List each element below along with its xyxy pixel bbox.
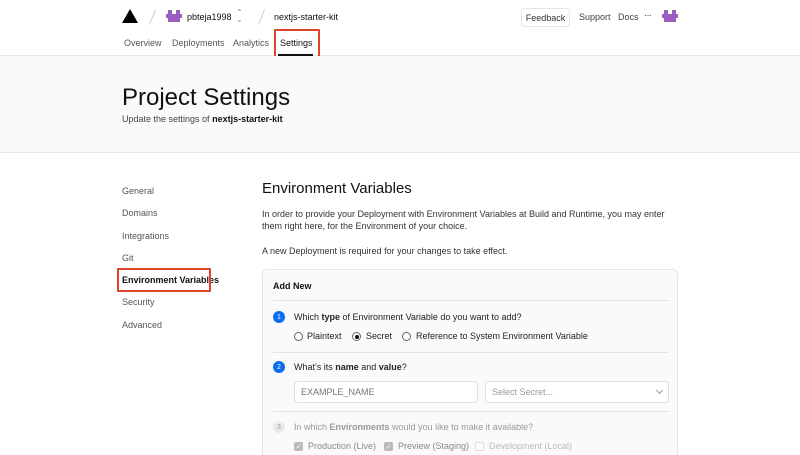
sidenav-item-advanced[interactable]: Advanced [122,320,162,330]
radio-secret-label[interactable]: Secret [366,331,392,341]
radio-system-reference-label[interactable]: Reference to System Environment Variable [416,331,588,341]
top-bar: pbteja1998 ⌃ ⌄ nextjs-starter-kit Feedbac… [0,0,800,34]
separator-slash [258,9,265,25]
account-avatar-icon[interactable] [662,9,678,23]
vercel-logo-icon[interactable] [122,9,138,23]
step-2-q-pre: What's its [294,362,336,372]
add-new-card: Add New 1 Which type of Environment Vari… [262,269,678,455]
highlight-box-env-vars [117,268,211,292]
tab-deployments[interactable]: Deployments [172,38,225,48]
more-menu-icon[interactable]: ··· [644,10,652,21]
sidenav-item-general[interactable]: General [122,186,154,196]
support-link[interactable]: Support [579,12,611,22]
radio-secret[interactable] [352,332,361,341]
divider [273,352,669,353]
step-1-badge: 1 [273,311,285,323]
team-name[interactable]: pbteja1998 [187,12,232,22]
chevron-down-icon [655,386,664,395]
checkbox-preview[interactable]: ✓ [384,442,393,451]
secret-select[interactable]: Select Secret... [485,381,669,403]
step-2-q-bold-name: name [335,362,359,372]
env-name-input[interactable] [294,381,478,403]
sidenav-item-git[interactable]: Git [122,253,134,263]
checkbox-production[interactable]: ✓ [294,442,303,451]
section-title: Environment Variables [262,180,412,197]
divider [273,411,669,412]
step-3-question: In which Environments would you like to … [294,422,533,432]
page-header: Project Settings Update the settings of … [0,56,800,153]
sidenav-item-integrations[interactable]: Integrations [122,231,169,241]
sidenav-item-security[interactable]: Security [122,297,155,307]
checkbox-development-label[interactable]: Development (Local) [489,441,572,451]
tab-analytics[interactable]: Analytics [233,38,269,48]
step-2-q-bold-value: value [378,362,402,372]
checkbox-preview-label[interactable]: Preview (Staging) [398,441,469,451]
subtitle-project: nextjs-starter-kit [212,114,283,124]
step-1-question: Which type of Environment Variable do yo… [294,312,521,322]
chevron-updown-icon[interactable]: ⌃ ⌄ [236,9,243,24]
step-3-badge: 3 [273,421,285,433]
checkbox-production-label[interactable]: Production (Live) [308,441,376,451]
step-1-q-bold: type [321,312,341,322]
step-2-badge: 2 [273,361,285,373]
sidenav-item-domains[interactable]: Domains [122,208,158,218]
subtitle-prefix: Update the settings of [122,114,210,124]
step-2-question: What's its name and value? [294,362,407,372]
step-2-q-post: ? [401,362,407,372]
project-tabs: Overview Deployments Analytics Settings [0,34,800,56]
docs-link[interactable]: Docs [618,12,639,22]
section-note: A new Deployment is required for your ch… [262,246,508,256]
step-1-q-pre: Which [294,312,322,322]
section-description: In order to provide your Deployment with… [262,209,665,231]
page-title: Project Settings [122,84,291,111]
project-name[interactable]: nextjs-starter-kit [274,12,338,22]
step-2-q-mid: and [358,362,379,372]
radio-system-reference[interactable] [402,332,411,341]
user-avatar-icon[interactable] [166,9,182,23]
feedback-button[interactable]: Feedback [521,8,570,27]
step-3-q-post: would you like to make it available? [389,422,534,432]
step-3-q-bold: Environments [329,422,390,432]
checkbox-development[interactable] [475,442,484,451]
tab-overview[interactable]: Overview [124,38,162,48]
card-title: Add New [273,281,312,291]
page-subtitle: Update the settings of nextjs-starter-ki… [122,114,283,124]
radio-plaintext-label[interactable]: Plaintext [307,331,342,341]
radio-plaintext[interactable] [294,332,303,341]
separator-slash [149,9,156,25]
step-3-q-pre: In which [294,422,330,432]
divider [273,300,669,301]
step-1-q-post: of Environment Variable do you want to a… [340,312,522,322]
secret-select-placeholder: Select Secret... [492,387,554,397]
